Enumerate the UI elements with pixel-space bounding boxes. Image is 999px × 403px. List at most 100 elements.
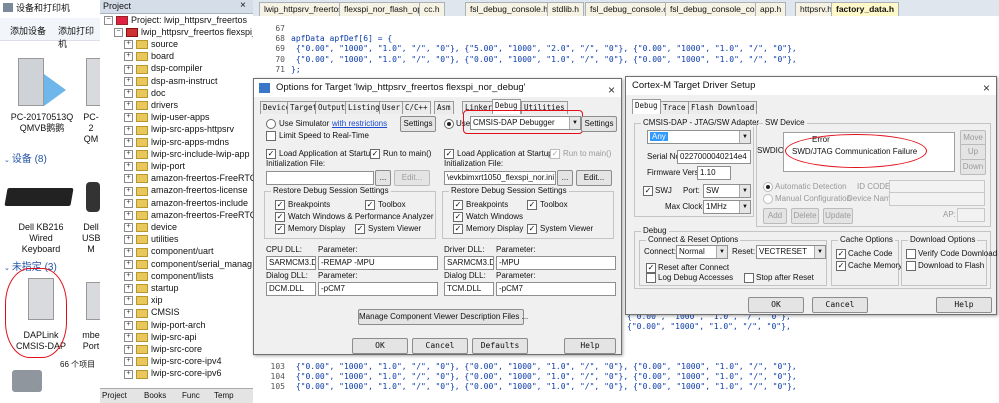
tab-functions[interactable]: Func [182, 391, 200, 400]
mbed-device-icon[interactable] [86, 282, 100, 320]
tree-item[interactable]: + lwip-src-api [124, 331, 197, 343]
init-file-left-field[interactable] [266, 171, 374, 185]
breakpoints-right-checkbox[interactable]: ✓ [453, 200, 463, 210]
tree-item[interactable]: + device [124, 221, 177, 233]
tree-item[interactable]: + lwip-src-core [124, 343, 202, 355]
help-button[interactable]: Help [564, 338, 616, 354]
expand-icon[interactable]: + [124, 125, 133, 135]
connect-select[interactable]: Normal ▼ [676, 245, 728, 259]
cache-code-checkbox[interactable]: ✓ [836, 249, 846, 259]
expand-icon[interactable]: + [124, 137, 133, 147]
reset-select[interactable]: VECTRESET ▼ [756, 245, 826, 259]
usb-device-icon[interactable] [86, 182, 100, 212]
reset-after-connect-checkbox[interactable]: ✓ [646, 263, 656, 273]
init-file-right-edit[interactable]: Edit... [576, 170, 612, 186]
tree-item[interactable]: + utilities [124, 233, 179, 245]
debugger-select[interactable]: CMSIS-DAP Debugger ▼ [470, 116, 581, 130]
editor-tab[interactable]: stdlib.h [547, 2, 584, 17]
expand-icon[interactable]: + [124, 223, 133, 233]
tree-item[interactable]: + drivers [124, 99, 178, 111]
run-main-right-checkbox[interactable]: ✓ [550, 149, 560, 159]
cortex-tab[interactable]: Flash Download [688, 101, 758, 114]
auto-detection-radio[interactable] [763, 182, 773, 192]
adapter-select[interactable]: Any ▼ [647, 130, 751, 144]
add-button[interactable]: Add [763, 208, 787, 224]
tree-item[interactable]: + component/serial_manag [124, 258, 252, 270]
cortex-ok-button[interactable]: OK [748, 297, 804, 313]
init-file-right-browse[interactable]: ... [557, 170, 573, 186]
system-viewer-right-checkbox[interactable]: ✓ [527, 224, 537, 234]
options-tab[interactable]: Linker [462, 101, 496, 114]
init-file-left-browse[interactable]: ... [375, 170, 391, 186]
close-icon[interactable]: × [608, 81, 615, 99]
up-button[interactable]: Up [960, 144, 986, 160]
ok-button[interactable]: OK [352, 338, 408, 354]
tree-item[interactable]: + lwip-port-arch [124, 319, 206, 331]
use-simulator-radio[interactable] [266, 119, 276, 129]
options-tab[interactable]: Debug [492, 99, 521, 114]
expand-icon[interactable]: + [124, 113, 133, 123]
editor-tab[interactable]: app.h [755, 2, 787, 17]
tab-templates[interactable]: Temp [214, 391, 234, 400]
keyboard-icon[interactable] [4, 188, 74, 206]
tree-item[interactable]: + amazon-freertos-license [124, 184, 248, 196]
daplink-device-icon[interactable] [28, 278, 54, 320]
options-tab[interactable]: Asm [434, 101, 454, 114]
expand-icon[interactable]: + [124, 52, 133, 62]
editor-tab[interactable]: cc.h [419, 2, 445, 17]
load-app-left-checkbox[interactable]: ✓ [266, 149, 276, 159]
expand-icon[interactable]: + [124, 320, 133, 330]
cortex-help-button[interactable]: Help [936, 297, 992, 313]
tree-item[interactable]: + dsp-compiler [124, 62, 203, 74]
expand-icon[interactable]: + [124, 101, 133, 111]
tree-item[interactable]: + amazon-freertos-include [124, 197, 248, 209]
computer2-icon[interactable] [86, 58, 100, 106]
editor-tab[interactable]: factory_data.h [831, 2, 900, 17]
tree-item[interactable]: + amazon-freertos-FreeRTO [124, 172, 253, 184]
expand-icon[interactable]: + [124, 284, 133, 294]
expand-icon[interactable]: + [124, 369, 133, 379]
tree-item[interactable]: + lwip-src-include-lwip-app [124, 148, 250, 160]
dialog-dll-left-field[interactable]: DCM.DLL [266, 282, 316, 296]
expand-icon[interactable]: + [124, 40, 133, 50]
memory-display-left-checkbox[interactable]: ✓ [275, 224, 285, 234]
tree-item[interactable]: + lwip-src-apps-httpsrv [124, 123, 234, 135]
cortex-tab[interactable]: Trace [660, 101, 689, 114]
dialog-param-right-field[interactable]: -pCM7 [496, 282, 616, 296]
cancel-button[interactable]: Cancel [412, 338, 468, 354]
cortex-cancel-button[interactable]: Cancel [812, 297, 868, 313]
expand-icon[interactable]: + [124, 174, 133, 184]
tree-item[interactable]: + doc [124, 87, 166, 99]
add-device-button[interactable]: 添加设备 [10, 24, 46, 37]
add-printer-button[interactable]: 添加打印机 [58, 24, 100, 50]
verify-code-checkbox[interactable] [906, 249, 916, 259]
toolbox-right-checkbox[interactable]: ✓ [527, 200, 537, 210]
unspecified-section-header[interactable]: ⌄ 未指定 (3) [4, 258, 57, 273]
expand-icon[interactable]: + [124, 88, 133, 98]
tree-item[interactable]: + lwip-port [124, 160, 185, 172]
swj-checkbox[interactable]: ✓ [643, 186, 653, 196]
toolbox-left-checkbox[interactable]: ✓ [365, 200, 375, 210]
download-flash-checkbox[interactable] [906, 261, 916, 271]
simulator-settings-button[interactable]: Settings [400, 116, 436, 132]
manual-config-radio[interactable] [763, 194, 773, 204]
cpu-dll-field[interactable]: SARMCM3.DLL [266, 256, 316, 270]
ap-field[interactable] [957, 208, 985, 222]
tree-item[interactable]: + source [124, 38, 178, 50]
expand-icon[interactable]: + [124, 271, 133, 281]
run-main-left-checkbox[interactable]: ✓ [370, 149, 380, 159]
tree-item[interactable]: + component/lists [124, 270, 214, 282]
tree-item[interactable]: + component/uart [124, 245, 214, 257]
cortex-tab[interactable]: Debug [632, 99, 661, 114]
editor-tab[interactable]: fsl_debug_console.c [585, 2, 673, 17]
manage-component-viewer-button[interactable]: Manage Component Viewer Description File… [358, 309, 528, 325]
expand-icon[interactable]: + [124, 198, 133, 208]
system-viewer-left-checkbox[interactable]: ✓ [355, 224, 365, 234]
expand-icon[interactable]: + [124, 259, 133, 269]
update-button[interactable]: Update [823, 208, 853, 224]
tree-item[interactable]: + board [124, 50, 174, 62]
expand-icon[interactable]: + [124, 308, 133, 318]
options-tab[interactable]: User [379, 101, 404, 114]
editor-tab[interactable]: fsl_debug_console.h [465, 2, 553, 17]
devices-section-header[interactable]: ⌄ 设备 (8) [4, 150, 47, 165]
